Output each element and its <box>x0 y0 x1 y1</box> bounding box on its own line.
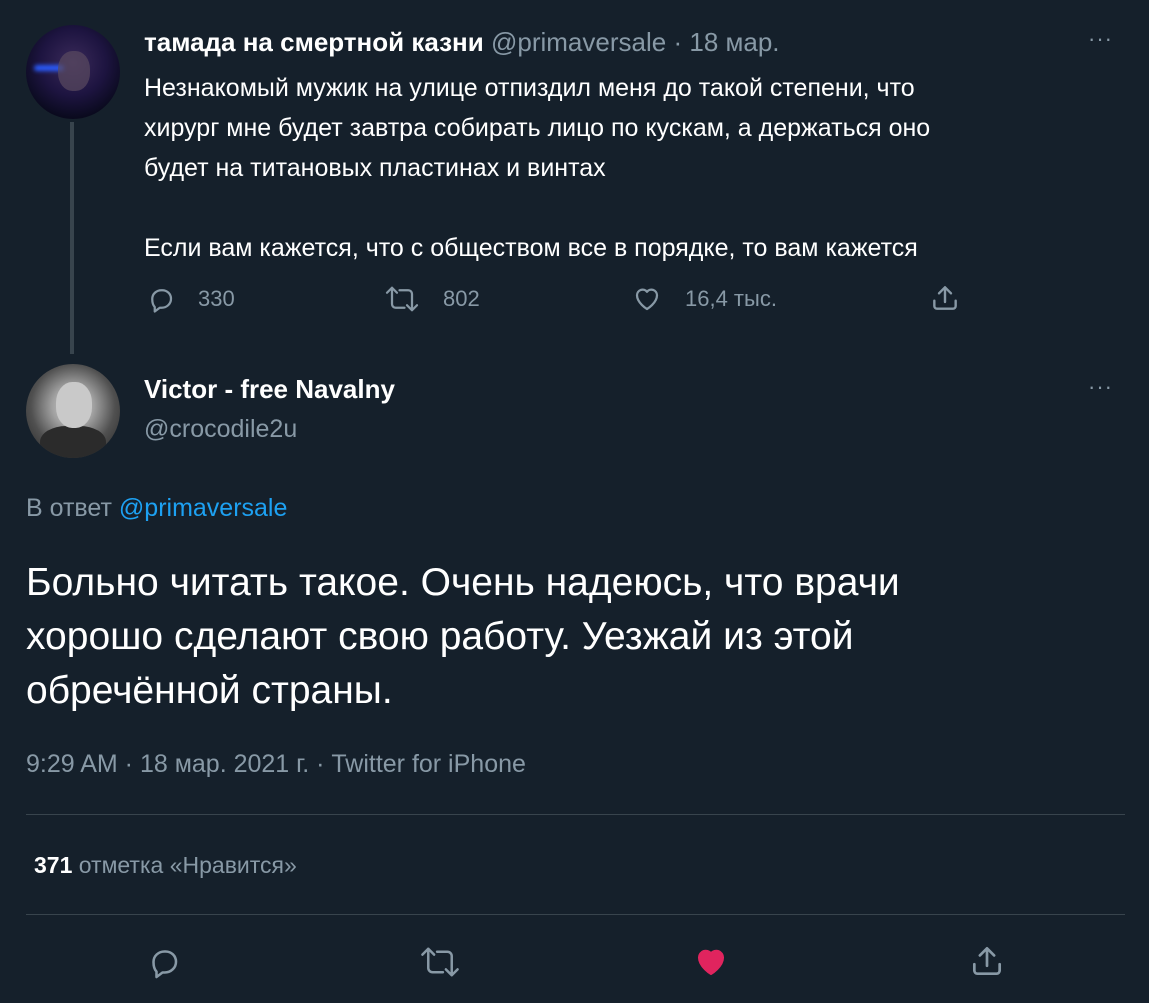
avatar-face <box>58 51 90 91</box>
like-icon <box>692 944 730 980</box>
share-icon <box>929 282 961 314</box>
tweet-timestamp[interactable]: 9:29 AM · 18 мар. 2021 г. · Twitter for … <box>26 750 526 779</box>
avatar-head <box>56 382 92 428</box>
likes-number: 371 <box>34 852 73 878</box>
divider <box>26 914 1125 915</box>
parent-share-button[interactable] <box>929 282 961 314</box>
avatar-body <box>40 426 106 458</box>
retweet-icon <box>383 284 421 314</box>
reply-button[interactable] <box>146 944 182 980</box>
parent-tweet-text: Незнакомый мужик на улице отпиздил меня … <box>144 74 931 262</box>
reply-icon <box>146 944 182 980</box>
retweet-count: 802 <box>443 286 480 311</box>
parent-like-button[interactable]: 16,4 тыс. <box>631 284 777 314</box>
share-button[interactable] <box>968 942 1006 980</box>
reply-tweet-text: Больно читать такое. Очень надеюсь, что … <box>26 561 900 712</box>
divider <box>26 814 1125 815</box>
parent-reply-button[interactable]: 330 <box>146 284 235 314</box>
retweet-button[interactable] <box>418 944 462 980</box>
avatar-primaversale[interactable] <box>26 25 120 119</box>
parent-author-handle[interactable]: @primaversale <box>491 27 666 57</box>
more-icon[interactable]: ··· <box>1088 374 1113 400</box>
separator-dot: · <box>673 27 683 57</box>
like-button-active[interactable] <box>692 944 730 980</box>
reply-to-link[interactable]: @primaversale <box>119 494 287 522</box>
like-icon <box>631 284 663 314</box>
reply-author-name[interactable]: Victor - free Navalny <box>144 374 395 405</box>
more-icon[interactable]: ··· <box>1088 26 1113 52</box>
reply-icon <box>146 284 176 314</box>
reply-count: 330 <box>198 286 235 311</box>
reply-context: В ответ @primaversale <box>26 494 287 523</box>
reply-to-label: В ответ <box>26 494 112 522</box>
parent-tweet-header: тамада на смертной казни @primaversale ·… <box>144 27 780 58</box>
thread-line <box>70 122 74 354</box>
parent-author-name[interactable]: тамада на смертной казни <box>144 27 484 57</box>
likes-label: отметка «Нравится» <box>78 852 297 878</box>
likes-summary[interactable]: 371 отметка «Нравится» <box>34 852 297 879</box>
parent-tweet-date[interactable]: 18 мар. <box>689 27 779 57</box>
reply-author-handle[interactable]: @crocodile2u <box>144 415 297 444</box>
parent-retweet-button[interactable]: 802 <box>383 284 480 314</box>
share-icon <box>968 942 1006 980</box>
retweet-icon <box>418 944 462 980</box>
avatar-crocodile2u[interactable] <box>26 364 120 458</box>
like-count: 16,4 тыс. <box>685 286 777 311</box>
